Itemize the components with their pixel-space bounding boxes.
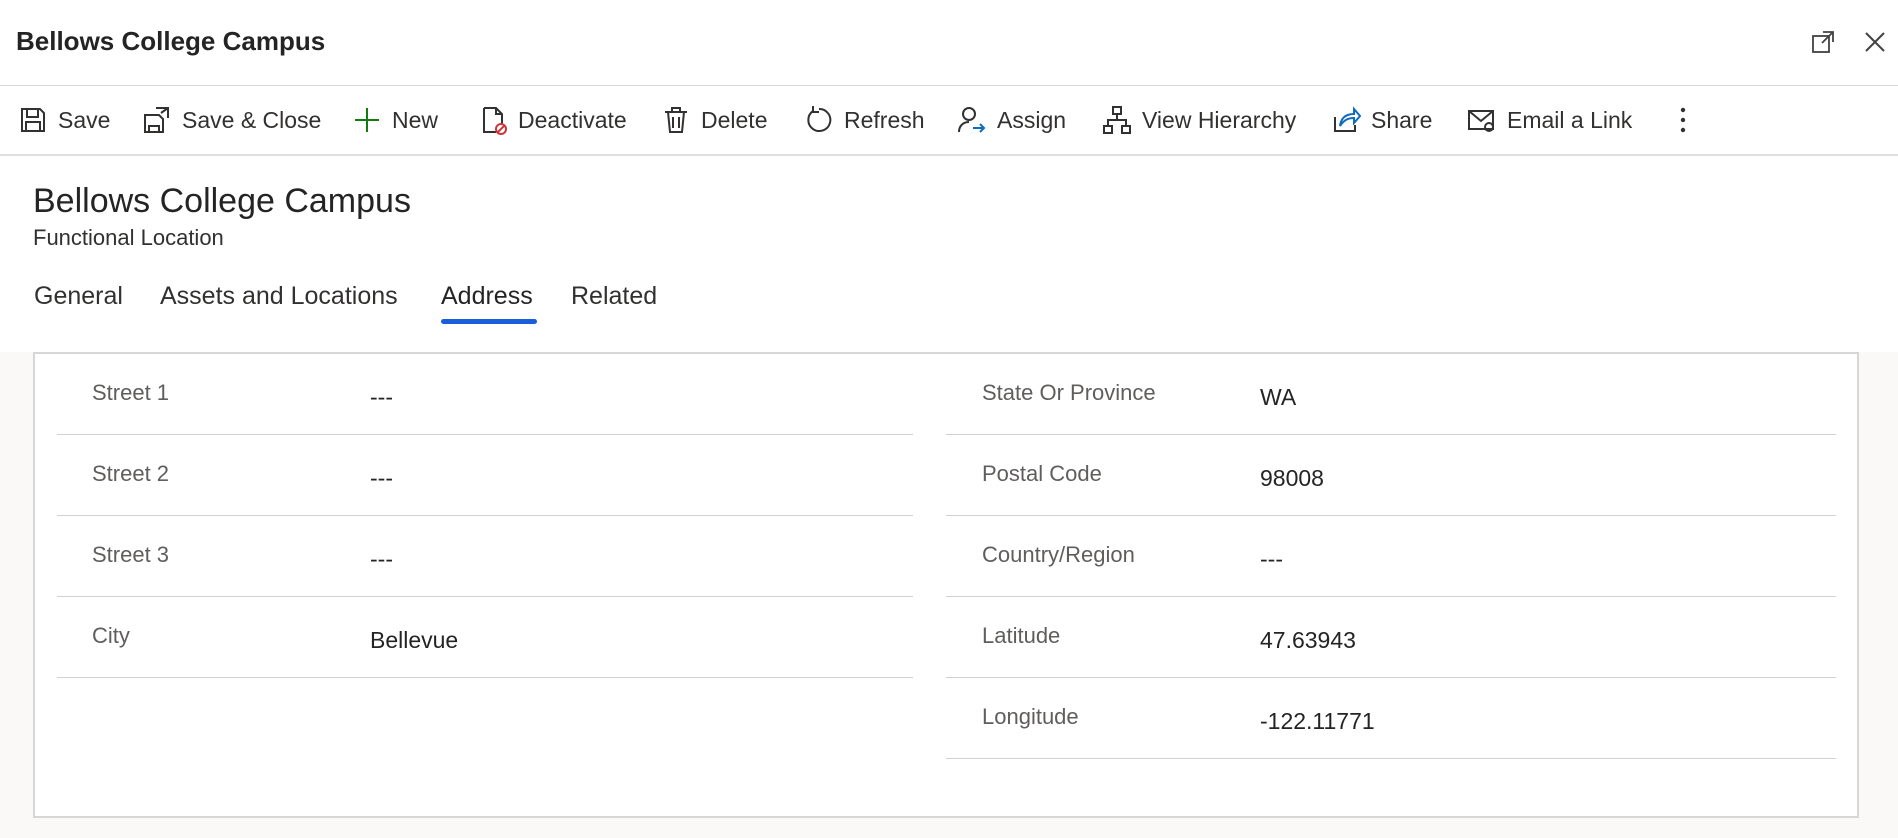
field-value[interactable]: --- [370, 546, 393, 573]
field-row-state: State Or Province WA [946, 354, 1836, 435]
share-icon [1331, 105, 1361, 135]
record-title: Bellows College Campus [33, 182, 411, 220]
field-label: Street 1 [92, 380, 170, 405]
field-row-street2: Street 2 --- [57, 435, 913, 516]
pop-out-icon[interactable] [1810, 29, 1836, 55]
new-label: New [392, 106, 439, 133]
close-icon[interactable] [1862, 29, 1888, 55]
address-section: Street 1 --- Street 2 --- Street 3 --- C… [33, 352, 1859, 818]
assign-icon [957, 105, 987, 135]
save-label: Save [58, 106, 111, 133]
field-value[interactable]: WA [1260, 384, 1296, 411]
field-label: State Or Province [982, 380, 1156, 405]
field-value[interactable]: --- [370, 465, 393, 492]
save-button[interactable]: Save [18, 86, 110, 154]
save-close-label: Save & Close [182, 106, 322, 133]
new-button[interactable]: New [352, 86, 438, 154]
delete-button[interactable]: Delete [661, 86, 767, 154]
tab-assets-and-locations[interactable]: Assets and Locations [160, 282, 398, 311]
email-icon [1467, 105, 1497, 135]
entity-type-label: Functional Location [33, 225, 224, 250]
delete-label: Delete [701, 106, 768, 133]
command-bar: Save Save & Close New Deactivate Delete … [0, 86, 1898, 156]
field-row-street1: Street 1 --- [57, 354, 913, 435]
refresh-label: Refresh [844, 106, 925, 133]
tab-address[interactable]: Address [441, 282, 533, 311]
window-title-bar: Bellows College Campus [0, 0, 1898, 86]
refresh-button[interactable]: Refresh [804, 86, 925, 154]
field-value[interactable]: --- [1260, 546, 1283, 573]
deactivate-icon [478, 105, 508, 135]
field-row-city: City Bellevue [57, 597, 913, 678]
field-label: Country/Region [982, 542, 1135, 567]
share-button[interactable]: Share [1331, 86, 1432, 154]
hierarchy-icon [1102, 105, 1132, 135]
save-close-button[interactable]: Save & Close [142, 86, 321, 154]
field-row-street3: Street 3 --- [57, 516, 913, 597]
tab-related[interactable]: Related [571, 282, 657, 311]
field-row-postal-code: Postal Code 98008 [946, 435, 1836, 516]
refresh-icon [804, 105, 834, 135]
email-link-button[interactable]: Email a Link [1467, 86, 1632, 154]
field-label: Street 3 [92, 542, 170, 567]
field-label: Postal Code [982, 461, 1102, 486]
field-label: Longitude [982, 704, 1079, 729]
assign-label: Assign [997, 106, 1067, 133]
field-label: Street 2 [92, 461, 170, 486]
field-value[interactable]: -122.11771 [1260, 708, 1375, 735]
field-value[interactable]: 47.63943 [1260, 627, 1356, 654]
share-label: Share [1371, 106, 1433, 133]
field-value[interactable]: Bellevue [370, 627, 458, 654]
trash-icon [661, 105, 691, 135]
field-row-longitude: Longitude -122.11771 [946, 678, 1836, 759]
field-value[interactable]: --- [370, 384, 393, 411]
window-title: Bellows College Campus [16, 26, 326, 56]
field-row-country: Country/Region --- [946, 516, 1836, 597]
email-link-label: Email a Link [1507, 106, 1633, 133]
field-row-latitude: Latitude 47.63943 [946, 597, 1836, 678]
save-close-icon [142, 105, 172, 135]
field-label: City [92, 623, 130, 648]
view-hierarchy-button[interactable]: View Hierarchy [1102, 86, 1296, 154]
plus-icon [352, 105, 382, 135]
view-hierarchy-label: View Hierarchy [1142, 106, 1297, 133]
tab-general[interactable]: General [34, 282, 123, 311]
deactivate-button[interactable]: Deactivate [478, 86, 627, 154]
more-vertical-icon [1668, 105, 1698, 135]
assign-button[interactable]: Assign [957, 86, 1066, 154]
record-header: Bellows College Campus Functional Locati… [0, 156, 1898, 352]
save-icon [18, 105, 48, 135]
more-commands-button[interactable] [1668, 86, 1708, 154]
deactivate-label: Deactivate [518, 106, 627, 133]
field-value[interactable]: 98008 [1260, 465, 1324, 492]
field-label: Latitude [982, 623, 1061, 648]
active-tab-indicator [441, 319, 537, 324]
